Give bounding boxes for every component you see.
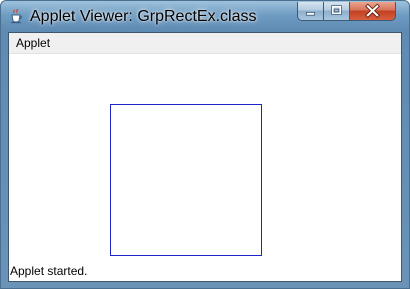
menu-applet[interactable]: Applet bbox=[14, 36, 52, 50]
maximize-button[interactable] bbox=[324, 2, 350, 21]
status-bar: Applet started. bbox=[9, 261, 401, 281]
status-text: Applet started. bbox=[10, 264, 88, 278]
minimize-icon bbox=[305, 12, 316, 16]
close-icon bbox=[365, 3, 380, 18]
java-cup-icon[interactable] bbox=[9, 8, 23, 24]
title-bar[interactable]: Applet Viewer: GrpRectEx.class bbox=[1, 1, 409, 31]
maximize-icon bbox=[331, 5, 342, 15]
window-title: Applet Viewer: GrpRectEx.class bbox=[30, 8, 257, 25]
drawn-rectangle bbox=[110, 104, 262, 256]
applet-client-area: Applet Applet started. bbox=[8, 32, 402, 282]
applet-canvas[interactable] bbox=[9, 54, 401, 261]
applet-viewer-window: Applet Viewer: GrpRectEx.class Applet Ap… bbox=[0, 0, 410, 289]
menu-bar: Applet bbox=[9, 33, 401, 54]
minimize-button[interactable] bbox=[297, 2, 324, 21]
close-button[interactable] bbox=[350, 2, 396, 21]
